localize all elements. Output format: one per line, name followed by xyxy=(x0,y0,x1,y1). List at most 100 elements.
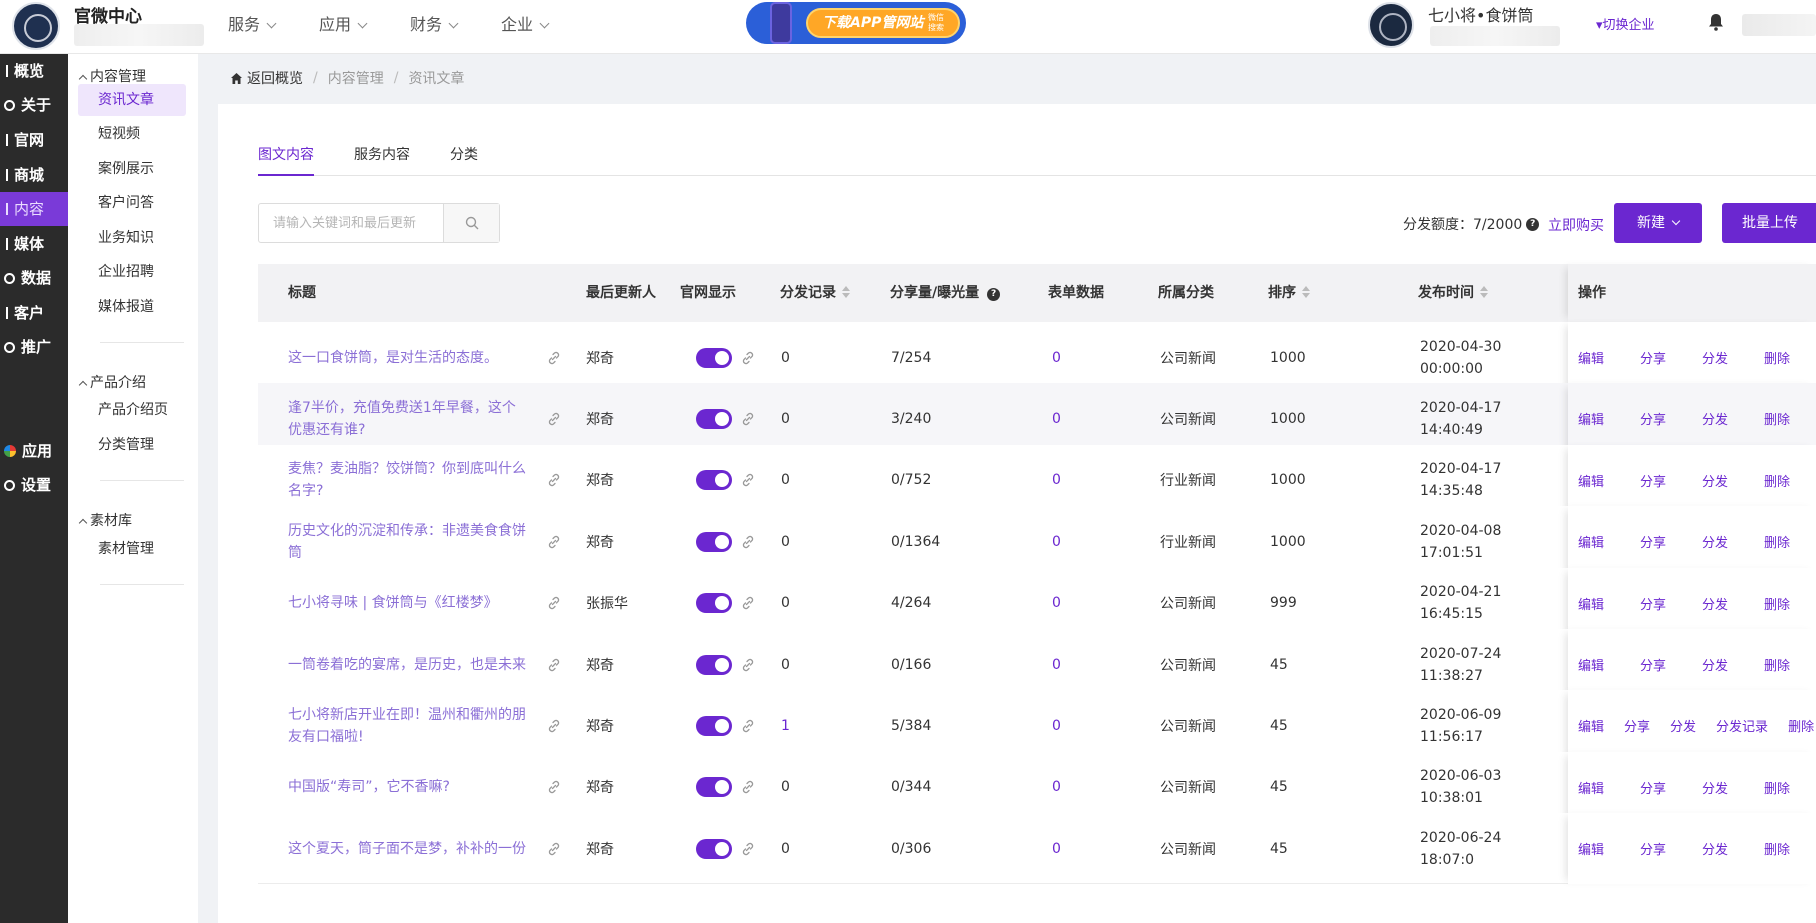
sidebar-item-website[interactable]: 官网 xyxy=(0,123,68,157)
group-material-library[interactable]: 素材库 xyxy=(78,510,132,530)
buy-now-link[interactable]: 立即购买 xyxy=(1548,215,1604,235)
tab-service-content[interactable]: 服务内容 xyxy=(354,144,410,176)
website-display-toggle[interactable] xyxy=(696,383,732,454)
op-0-link[interactable]: 编辑 xyxy=(1578,471,1604,490)
sub-item-case-showcase[interactable]: 案例展示 xyxy=(78,153,186,185)
sidebar-item-settings[interactable]: 设置 xyxy=(0,468,68,502)
sidebar-item-overview[interactable]: 概览 xyxy=(0,54,68,88)
article-title-link[interactable]: 历史文化的沉淀和传承：非遗美食食饼筒 xyxy=(288,506,528,577)
col-category[interactable]: 所属分类 xyxy=(1158,264,1214,322)
toggle-switch[interactable] xyxy=(696,408,732,429)
nav-apps[interactable]: 应用 xyxy=(319,0,368,50)
op-2-link[interactable]: 分发 xyxy=(1702,471,1728,490)
breadcrumb-content-management[interactable]: 内容管理 xyxy=(328,68,384,88)
link-icon[interactable] xyxy=(740,752,756,823)
op-4-link[interactable]: 删除 xyxy=(1788,716,1814,735)
group-product-intro[interactable]: 产品介绍 xyxy=(78,372,146,392)
form-data-link[interactable]: 0 xyxy=(1052,568,1061,639)
sub-item-customer-qa[interactable]: 客户问答 xyxy=(78,187,186,219)
op-0-link[interactable]: 编辑 xyxy=(1578,409,1604,428)
sidebar-item-customers[interactable]: 客户 xyxy=(0,296,68,330)
op-1-link[interactable]: 分享 xyxy=(1640,348,1666,367)
website-display-toggle[interactable] xyxy=(696,322,732,393)
link-icon[interactable] xyxy=(740,383,756,454)
op-3-link[interactable]: 删除 xyxy=(1764,778,1790,797)
form-data-link[interactable]: 0 xyxy=(1052,752,1061,823)
col-records[interactable]: 分发记录 xyxy=(780,264,850,322)
distribution-records[interactable]: 1 xyxy=(781,690,790,761)
op-0-link[interactable]: 编辑 xyxy=(1578,594,1604,613)
form-data-link[interactable]: 0 xyxy=(1052,629,1061,700)
op-3-link[interactable]: 删除 xyxy=(1764,839,1790,858)
link-icon[interactable] xyxy=(546,322,564,393)
sub-item-short-video[interactable]: 短视频 xyxy=(78,118,186,150)
op-1-link[interactable]: 分享 xyxy=(1640,778,1666,797)
sidebar-item-media[interactable]: 媒体 xyxy=(0,227,68,261)
op-0-link[interactable]: 编辑 xyxy=(1578,716,1604,735)
website-display-toggle[interactable] xyxy=(696,813,732,884)
op-3-link[interactable]: 删除 xyxy=(1764,409,1790,428)
toggle-switch[interactable] xyxy=(696,470,732,491)
breadcrumb-back-overview[interactable]: 返回概览 xyxy=(247,68,303,88)
search-button[interactable] xyxy=(443,204,499,242)
link-icon[interactable] xyxy=(740,568,756,639)
op-1-link[interactable]: 分享 xyxy=(1640,594,1666,613)
link-icon[interactable] xyxy=(740,690,756,761)
help-icon[interactable]: ? xyxy=(1526,217,1540,231)
link-icon[interactable] xyxy=(546,629,564,700)
sidebar-item-promotion[interactable]: 推广 xyxy=(0,330,68,364)
link-icon[interactable] xyxy=(740,813,756,884)
website-display-toggle[interactable] xyxy=(696,690,732,761)
sub-item-product-page[interactable]: 产品介绍页 xyxy=(78,394,186,426)
new-button[interactable]: 新建 xyxy=(1614,203,1702,243)
website-display-toggle[interactable] xyxy=(696,445,732,516)
op-0-link[interactable]: 编辑 xyxy=(1578,532,1604,551)
tab-graphic-content[interactable]: 图文内容 xyxy=(258,144,314,176)
form-data-link[interactable]: 0 xyxy=(1052,506,1061,577)
link-icon[interactable] xyxy=(546,752,564,823)
article-title-link[interactable]: 这个夏天，筒子面不是梦，补补的一份 xyxy=(288,813,528,884)
bell-icon[interactable] xyxy=(1708,13,1724,31)
op-3-link[interactable]: 删除 xyxy=(1764,348,1790,367)
link-icon[interactable] xyxy=(546,383,564,454)
op-2-link[interactable]: 分发 xyxy=(1702,778,1728,797)
nav-services[interactable]: 服务 xyxy=(228,0,277,50)
article-title-link[interactable]: 麦焦？麦油脂？饺饼筒？你到底叫什么名字? xyxy=(288,445,528,516)
form-data-link[interactable]: 0 xyxy=(1052,813,1061,884)
toggle-switch[interactable] xyxy=(696,531,732,552)
op-2-link[interactable]: 分发 xyxy=(1702,532,1728,551)
op-1-link[interactable]: 分享 xyxy=(1640,655,1666,674)
op-1-link[interactable]: 分享 xyxy=(1640,532,1666,551)
form-data-link[interactable]: 0 xyxy=(1052,383,1061,454)
link-icon[interactable] xyxy=(546,506,564,577)
link-icon[interactable] xyxy=(546,568,564,639)
toggle-switch[interactable] xyxy=(696,347,732,368)
website-display-toggle[interactable] xyxy=(696,629,732,700)
op-3-link[interactable]: 删除 xyxy=(1764,532,1790,551)
link-icon[interactable] xyxy=(740,629,756,700)
article-title-link[interactable]: 这一口食饼筒，是对生活的态度。 xyxy=(288,322,528,393)
sidebar-item-about[interactable]: 关于 xyxy=(0,88,68,122)
group-content-management[interactable]: 内容管理 xyxy=(78,66,146,86)
article-title-link[interactable]: 逢7半价，充值免费送1年早餐，这个优惠还有谁? xyxy=(288,383,528,454)
op-0-link[interactable]: 编辑 xyxy=(1578,778,1604,797)
download-app-banner[interactable]: 下载APP管网站 微信搜索 xyxy=(746,2,966,44)
toggle-switch[interactable] xyxy=(696,593,732,614)
sidebar-item-mall[interactable]: 商城 xyxy=(0,158,68,192)
search-input[interactable] xyxy=(259,204,443,242)
link-icon[interactable] xyxy=(546,445,564,516)
website-display-toggle[interactable] xyxy=(696,568,732,639)
op-1-link[interactable]: 分享 xyxy=(1640,409,1666,428)
batch-upload-button[interactable]: 批量上传 xyxy=(1722,203,1816,243)
nav-enterprise[interactable]: 企业 xyxy=(501,0,550,50)
sub-item-business-knowledge[interactable]: 业务知识 xyxy=(78,222,186,254)
sub-item-material-management[interactable]: 素材管理 xyxy=(78,533,186,565)
toggle-switch[interactable] xyxy=(696,654,732,675)
article-title-link[interactable]: 中国版“寿司”，它不香嘛? xyxy=(288,752,528,823)
op-2-link[interactable]: 分发 xyxy=(1702,594,1728,613)
sidebar-item-data[interactable]: 数据 xyxy=(0,261,68,295)
article-title-link[interactable]: 一筒卷着吃的宴席，是历史，也是未来 xyxy=(288,629,528,700)
toggle-switch[interactable] xyxy=(696,777,732,798)
article-title-link[interactable]: 七小将新店开业在即！温州和衢州的朋友有口福啦! xyxy=(288,690,528,761)
sub-item-media-reports[interactable]: 媒体报道 xyxy=(78,291,186,323)
